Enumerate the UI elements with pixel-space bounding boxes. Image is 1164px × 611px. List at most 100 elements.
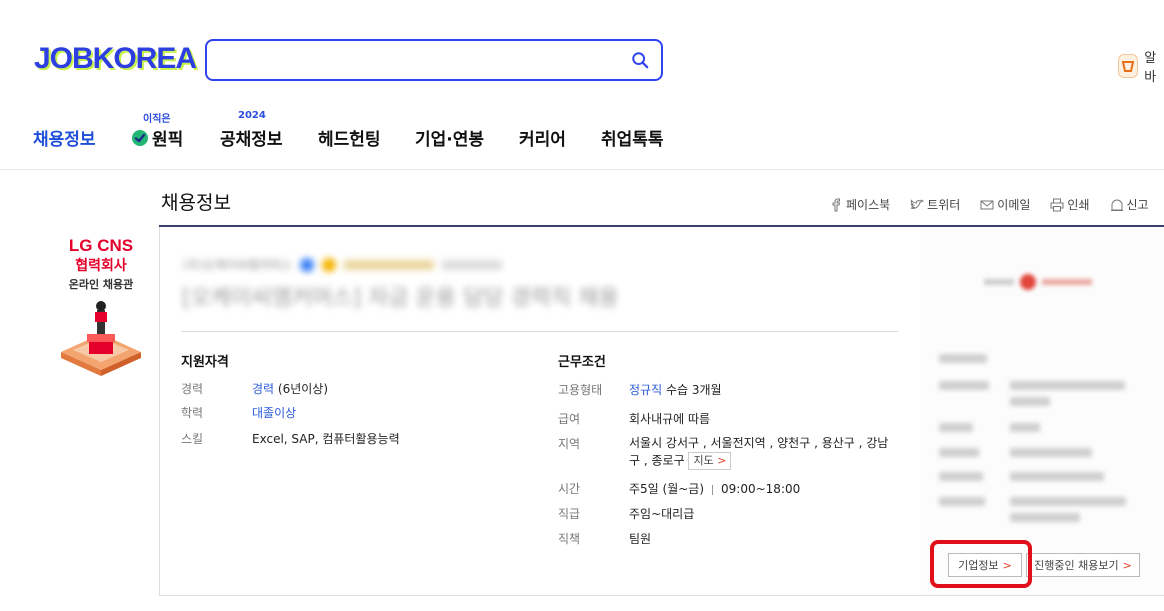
company-logo-icon	[1020, 274, 1036, 290]
employment-link[interactable]: 정규직	[629, 383, 662, 397]
cond-value-salary: 회사내규에 따름	[629, 412, 711, 426]
nav-item-gongchae[interactable]: 공채정보	[220, 125, 283, 150]
alba-icon	[1118, 54, 1139, 78]
share-print[interactable]: 인쇄	[1050, 196, 1090, 213]
page-title: 채용정보	[161, 192, 231, 214]
company-name: (주)오케이씨엠커머스	[183, 258, 292, 272]
chevron-right-icon: >	[1122, 558, 1132, 572]
share-print-label: 인쇄	[1067, 198, 1090, 212]
side-label-blur-3	[939, 448, 979, 457]
share-facebook-label: 페이스북	[846, 198, 891, 212]
time-hours: 09:00~18:00	[721, 482, 801, 496]
nav-item-onepick[interactable]: 원픽	[131, 125, 183, 150]
qualifications-heading: 지원자격	[181, 355, 229, 370]
side-label-blur-5	[939, 497, 985, 506]
qual-label-education: 학력	[181, 406, 204, 420]
banner-line3: 온라인 채용관	[68, 278, 134, 291]
report-icon	[1110, 199, 1123, 211]
cond-value-time: 주5일 (월~금) 09:00~18:00	[629, 480, 800, 497]
search-box	[205, 39, 663, 81]
share-report[interactable]: 신고	[1110, 196, 1149, 213]
cond-label-salary: 급여	[558, 412, 581, 426]
share-facebook[interactable]: 페이스북	[829, 196, 890, 213]
map-button-label: 지도	[693, 454, 714, 467]
alba-link[interactable]: 알바	[1118, 47, 1164, 85]
map-button[interactable]: 지도 >	[688, 452, 732, 470]
qual-label-skill: 스킬	[181, 432, 204, 446]
side-label-blur-1	[939, 381, 989, 390]
share-email-label: 이메일	[997, 198, 1031, 212]
job-header-divider	[181, 331, 898, 332]
chevron-right-icon: >	[717, 454, 727, 467]
cond-label-position: 직책	[558, 532, 581, 546]
time-separator	[712, 484, 714, 495]
side-value-blur-1	[1010, 381, 1125, 390]
career-detail: (6년이상)	[274, 382, 329, 396]
ongoing-jobs-button[interactable]: 진행중인 채용보기 >	[1026, 553, 1140, 577]
nav-item-jobs[interactable]: 채용정보	[33, 125, 96, 150]
cond-value-rank: 주임~대리급	[629, 507, 695, 521]
nav-item-talk[interactable]: 취업톡톡	[601, 125, 664, 150]
share-twitter[interactable]: 트위터	[910, 196, 960, 213]
check-badge-icon	[132, 129, 148, 146]
banner-line1: LG CNS	[68, 236, 134, 255]
cond-label-employment: 고용형태	[558, 383, 603, 397]
side-value-blur-3	[1010, 448, 1092, 457]
cond-label-rank: 직급	[558, 507, 581, 521]
company-logo-blurred[interactable]	[984, 273, 1094, 291]
side-value-blur-5	[1010, 497, 1126, 506]
time-days: 주5일 (월~금)	[629, 482, 705, 496]
search-icon[interactable]	[631, 51, 649, 69]
side-value-blur-2	[1010, 423, 1040, 432]
qual-value-career: 경력 (6년이상)	[252, 380, 328, 397]
logo-blur-left	[984, 279, 1014, 285]
nav-item-company-salary[interactable]: 기업·연봉	[415, 125, 484, 150]
region-line1: 서울시 강서구 , 서울전지역 , 양천구 , 용산구 , 강남	[629, 436, 889, 450]
nav-item-onepick-label: 원픽	[152, 130, 184, 150]
header-divider	[0, 169, 1164, 170]
facebook-icon	[832, 198, 841, 211]
cond-value-position: 팀원	[629, 532, 652, 546]
cond-value-employment: 정규직 수습 3개월	[629, 381, 722, 398]
company-tag2-blur	[441, 259, 502, 270]
email-icon	[980, 200, 994, 209]
qual-value-education: 대졸이상	[252, 404, 296, 421]
banner-line2: 협력회사	[75, 258, 127, 274]
share-twitter-label: 트위터	[927, 198, 961, 212]
career-link[interactable]: 경력	[252, 382, 274, 396]
side-value-blur-1b	[1010, 397, 1050, 406]
print-icon	[1050, 198, 1064, 211]
qual-label-career: 경력	[181, 382, 204, 396]
side-heading-blur	[939, 354, 987, 363]
employment-detail: 수습 3개월	[662, 383, 722, 397]
job-title-blurred: [오케이씨엠커머스] 자금 운용 담당 경력직 채용	[182, 286, 619, 311]
company-tag-blur	[343, 259, 434, 270]
logo-blur-right	[1042, 279, 1092, 285]
region-line2: 구 , 종로구	[629, 453, 685, 468]
lg-cns-banner[interactable]: LG CNS 협력회사 온라인 채용관	[48, 236, 154, 396]
search-input[interactable]	[219, 41, 623, 79]
cond-label-region: 지역	[558, 437, 581, 451]
nav-sup-gongchae: 2024	[238, 110, 266, 121]
education-link[interactable]: 대졸이상	[252, 406, 296, 420]
qual-value-skill: Excel, SAP, 컴퓨터활용능력	[252, 432, 400, 446]
highlight-box	[930, 540, 1032, 588]
twitter-icon	[910, 198, 925, 209]
side-value-blur-5b	[1010, 513, 1080, 522]
banner-illustration-icon	[61, 301, 141, 376]
jobkorea-logo[interactable]: JOBKOREA	[34, 42, 197, 76]
ongoing-jobs-label: 진행중인 채용보기	[1034, 559, 1119, 572]
star-icon	[321, 257, 336, 272]
cond-label-time: 시간	[558, 482, 581, 496]
nav-item-headhunting[interactable]: 헤드헌팅	[318, 125, 381, 150]
cond-value-region: 서울시 강서구 , 서울전지역 , 양천구 , 용산구 , 강남 구 , 종로구…	[629, 435, 909, 470]
nav-item-career[interactable]: 커리어	[519, 125, 566, 150]
alba-label: 알바	[1144, 51, 1157, 85]
region-line2-wrap: 구 , 종로구 지도 >	[629, 452, 909, 470]
side-label-blur-4	[939, 472, 983, 481]
verified-icon	[299, 257, 314, 272]
nav-sup-onepick: 이직은	[143, 114, 171, 125]
company-name-blurred[interactable]: (주)오케이씨엠커머스	[183, 256, 502, 273]
side-value-blur-4	[1010, 472, 1104, 481]
share-email[interactable]: 이메일	[980, 196, 1030, 213]
